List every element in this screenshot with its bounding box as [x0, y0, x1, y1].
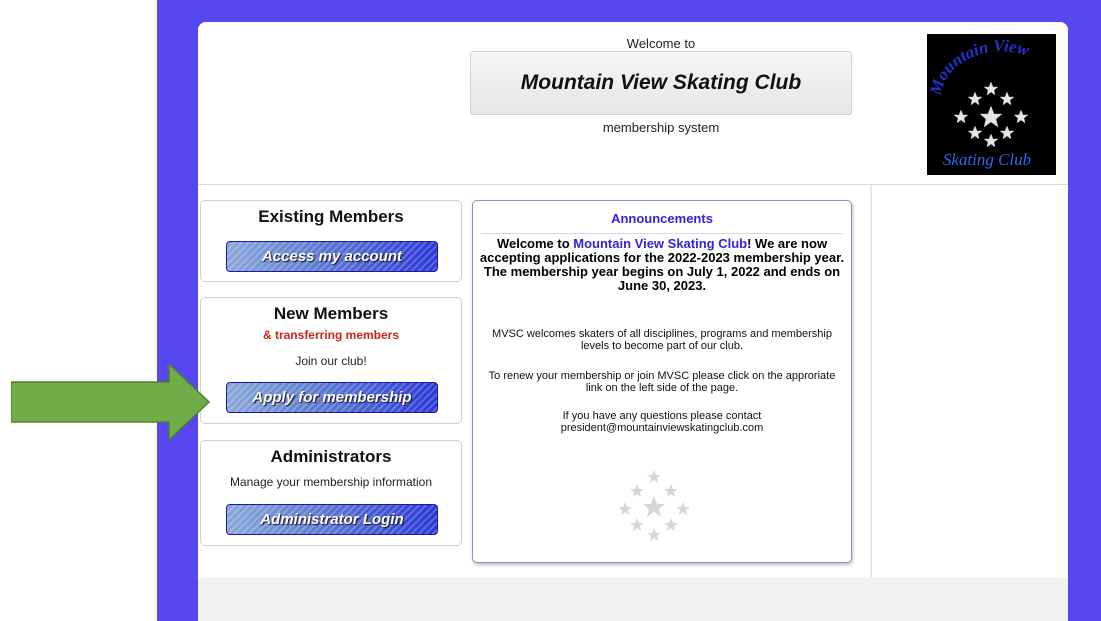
apply-membership-button[interactable]: Apply for membership [226, 382, 438, 413]
right-column [871, 185, 1068, 578]
header: Welcome to Mountain View Skating Club me… [198, 22, 1068, 185]
access-account-button[interactable]: Access my account [226, 241, 438, 272]
green-arrow-icon [11, 364, 211, 440]
existing-members-panel: Existing Members Access my account [200, 200, 462, 282]
intro-before: Welcome to [496, 236, 574, 251]
snowflake-skaters-icon [619, 470, 689, 541]
intro-club-name: Mountain View Skating Club [573, 236, 748, 251]
welcome-text: Welcome to [626, 36, 696, 51]
administrator-login-button[interactable]: Administrator Login [226, 504, 438, 535]
existing-members-heading: Existing Members [258, 207, 404, 226]
admin-note-text: Manage your membership information [229, 475, 433, 489]
announcement-intro: Welcome to Mountain View Skating Club! W… [479, 237, 845, 293]
new-members-heading: New Members [273, 304, 389, 323]
join-club-text: Join our club! [295, 354, 367, 368]
club-title-box: Mountain View Skating Club [470, 51, 852, 115]
administrators-panel: Administrators Manage your membership in… [200, 440, 462, 546]
contact-line: If you have any questions please contact [562, 410, 762, 422]
club-logo: Mountain View Skating Club [926, 34, 1056, 175]
club-title: Mountain View Skating Club [520, 71, 802, 94]
administrators-heading: Administrators [270, 447, 392, 466]
transferring-members-text: & transferring members [262, 328, 400, 342]
contact-email: president@mountainviewskatingclub.com [560, 422, 764, 434]
system-subtitle: membership system [602, 120, 720, 135]
announcement-paragraph-1: MVSC welcomes skaters of all disciplines… [492, 328, 832, 352]
main-container: Welcome to Mountain View Skating Club me… [198, 22, 1068, 621]
announcements-panel: Announcements Welcome to Mountain View S… [472, 200, 852, 563]
announcements-title: Announcements [481, 211, 843, 234]
logo-text-bottom: Skating Club [943, 150, 1031, 169]
announcement-paragraph-3: If you have any questions please contact… [479, 410, 845, 434]
announcement-paragraph-2: To renew your membership or join MVSC pl… [488, 370, 836, 394]
new-members-panel: New Members & transferring members Join … [200, 297, 462, 424]
